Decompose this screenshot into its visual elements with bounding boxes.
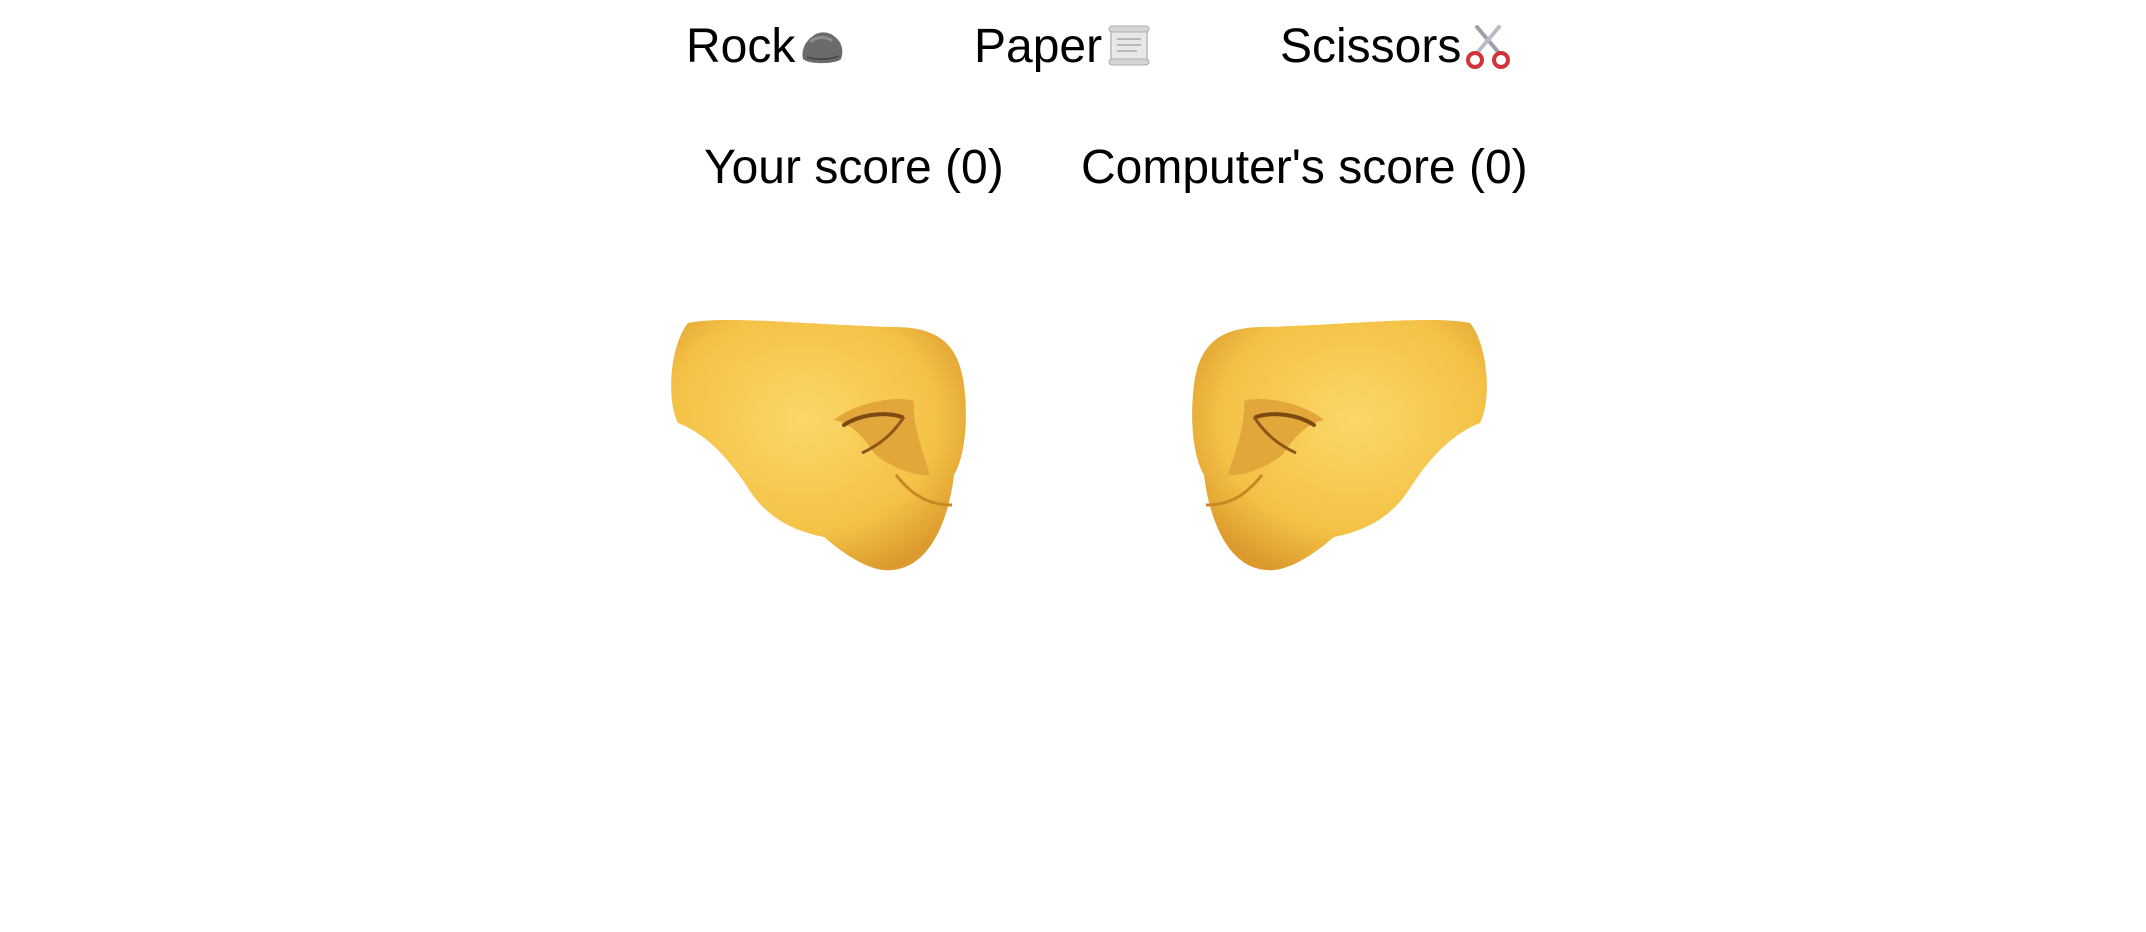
scissors-button[interactable]: Scissors (1280, 14, 1513, 78)
player-score: Your score (0) (704, 141, 1004, 194)
computer-score: Computer's score (0) (1081, 141, 1528, 194)
choice-bar: Rock Paper Scissors (0, 14, 1560, 78)
rock-label: Rock (686, 19, 796, 73)
paper-button[interactable]: Paper (974, 14, 1154, 78)
scissors-icon (1466, 25, 1511, 69)
right-facing-fist-icon (1192, 319, 1487, 571)
scroll-icon (1108, 25, 1150, 66)
left-facing-fist-icon (671, 319, 966, 571)
rock-icon (802, 32, 843, 64)
hands-display (0, 305, 1560, 575)
rock-button[interactable]: Rock (686, 14, 847, 78)
paper-label: Paper (974, 19, 1103, 73)
scissors-label: Scissors (1280, 19, 1462, 73)
scoreboard: Your score (0) Computer's score (0) (0, 138, 1560, 198)
